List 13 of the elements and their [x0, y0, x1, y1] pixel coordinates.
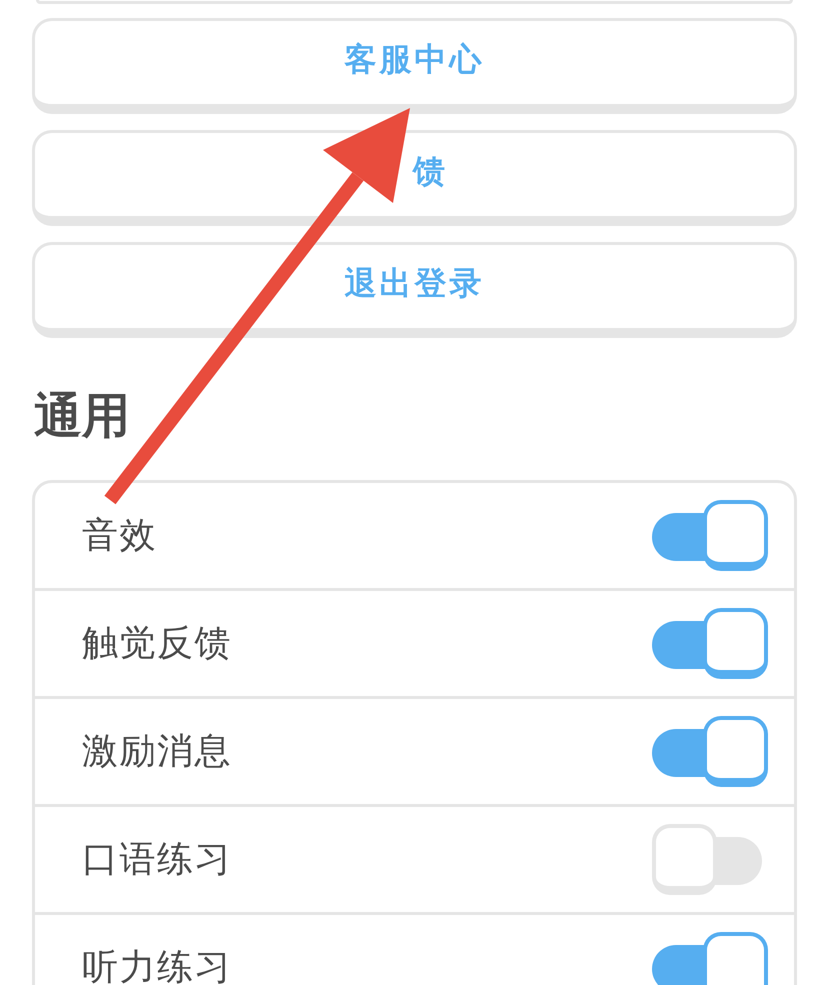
setting-label: 激励消息: [82, 730, 232, 774]
section-title: 通用: [34, 388, 131, 444]
setting-label: 触觉反馈: [82, 622, 232, 666]
toggle-switch[interactable]: [652, 932, 768, 985]
toggle-switch[interactable]: [652, 500, 768, 571]
setting-label: 音效: [82, 514, 157, 558]
menu-button[interactable]: 馈: [32, 130, 797, 226]
menu-button[interactable]: 退出登录: [32, 242, 797, 338]
setting-label: 口语练习: [82, 838, 232, 882]
setting-label: 听力练习: [82, 946, 232, 985]
toggle-switch[interactable]: [652, 608, 768, 679]
menu-button[interactable]: 客服中心: [32, 18, 797, 114]
toggle-switch[interactable]: [652, 716, 768, 787]
